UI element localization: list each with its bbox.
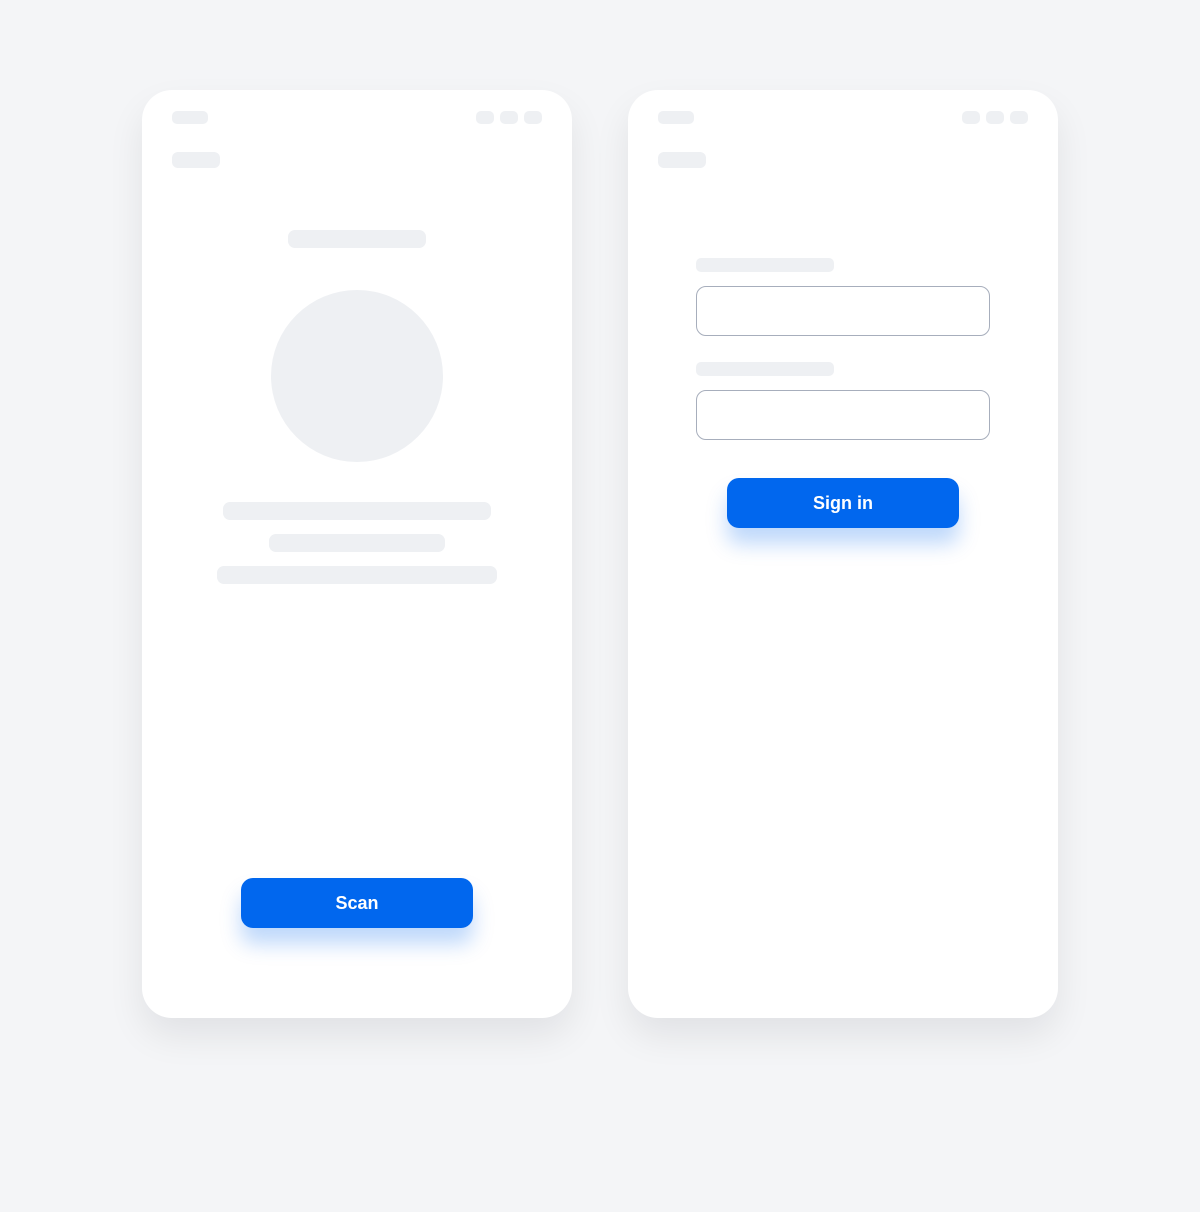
signin-form: Sign in: [658, 168, 1028, 988]
signin-button[interactable]: Sign in: [727, 478, 959, 528]
back-button-placeholder[interactable]: [658, 152, 706, 168]
field-2-input[interactable]: [696, 390, 990, 440]
field-group-1: [696, 258, 990, 336]
scan-line-3: [217, 566, 497, 584]
scan-illustration-placeholder: [271, 290, 443, 462]
device-scan-screen: Scan: [142, 90, 572, 1018]
back-button-placeholder[interactable]: [172, 152, 220, 168]
status-bar-right: [962, 111, 1028, 124]
status-battery-icon: [524, 111, 542, 124]
scan-line-1: [223, 502, 491, 520]
status-time-placeholder: [172, 111, 208, 124]
field-1-input[interactable]: [696, 286, 990, 336]
device-signin-screen: Sign in: [628, 90, 1058, 1018]
field-1-label-placeholder: [696, 258, 834, 272]
status-signal-icon: [962, 111, 980, 124]
status-bar-left: [172, 111, 208, 124]
scan-title-placeholder: [288, 230, 426, 248]
scan-content: Scan: [172, 168, 542, 988]
status-time-placeholder: [658, 111, 694, 124]
status-bar-right: [476, 111, 542, 124]
scan-line-2: [269, 534, 445, 552]
status-wifi-icon: [986, 111, 1004, 124]
field-group-2: [696, 362, 990, 440]
nav-bar: [172, 152, 542, 168]
scan-button[interactable]: Scan: [241, 878, 473, 928]
field-2-label-placeholder: [696, 362, 834, 376]
status-signal-icon: [476, 111, 494, 124]
scan-description-placeholder: [217, 502, 497, 584]
status-bar-left: [658, 111, 694, 124]
nav-bar: [658, 152, 1028, 168]
status-bar: [172, 110, 542, 124]
status-wifi-icon: [500, 111, 518, 124]
status-bar: [658, 110, 1028, 124]
status-battery-icon: [1010, 111, 1028, 124]
